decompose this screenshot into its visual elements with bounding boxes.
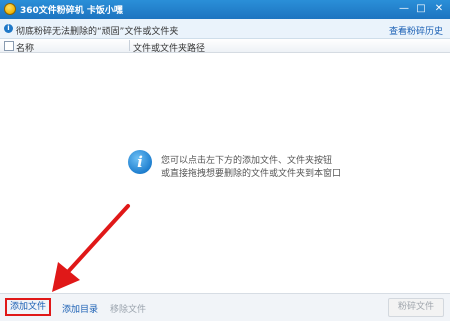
list-header: 名称 文件或文件夹路径 <box>0 39 450 54</box>
hint-text-line1: 您可以点击左下方的添加文件、文件夹按钮 <box>161 156 333 166</box>
info-icon: i <box>4 24 13 33</box>
column-divider[interactable] <box>129 40 130 51</box>
add-file-button[interactable]: 添加文件 <box>5 298 51 316</box>
maximize-icon[interactable]: □ <box>414 2 428 16</box>
info-large-icon: i <box>128 150 152 174</box>
app-logo-icon <box>4 3 16 15</box>
select-all-checkbox[interactable] <box>4 41 14 51</box>
title-bar: 360文件粉碎机 卡饭小嘿 — □ ✕ <box>0 0 450 19</box>
info-bar: i 彻底粉碎无法删除的“顽固”文件或文件夹 查看粉碎历史 <box>0 19 450 39</box>
add-directory-button[interactable]: 添加目录 <box>62 302 98 315</box>
red-arrow-annotation <box>52 204 130 292</box>
minimize-icon[interactable]: — <box>397 2 411 16</box>
view-history-link[interactable]: 查看粉碎历史 <box>389 24 443 37</box>
info-text: 彻底粉碎无法删除的“顽固”文件或文件夹 <box>16 27 179 37</box>
window-title: 360文件粉碎机 卡饭小嘿 <box>20 6 123 16</box>
bottom-toolbar: 添加文件 添加目录 移除文件 粉碎文件 <box>0 293 450 321</box>
close-icon[interactable]: ✕ <box>432 2 446 16</box>
remove-file-button[interactable]: 移除文件 <box>110 302 146 315</box>
shred-files-button[interactable]: 粉碎文件 <box>388 298 444 317</box>
hint-text-line2: 或直接拖拽想要删除的文件或文件夹到本窗口 <box>161 169 342 179</box>
